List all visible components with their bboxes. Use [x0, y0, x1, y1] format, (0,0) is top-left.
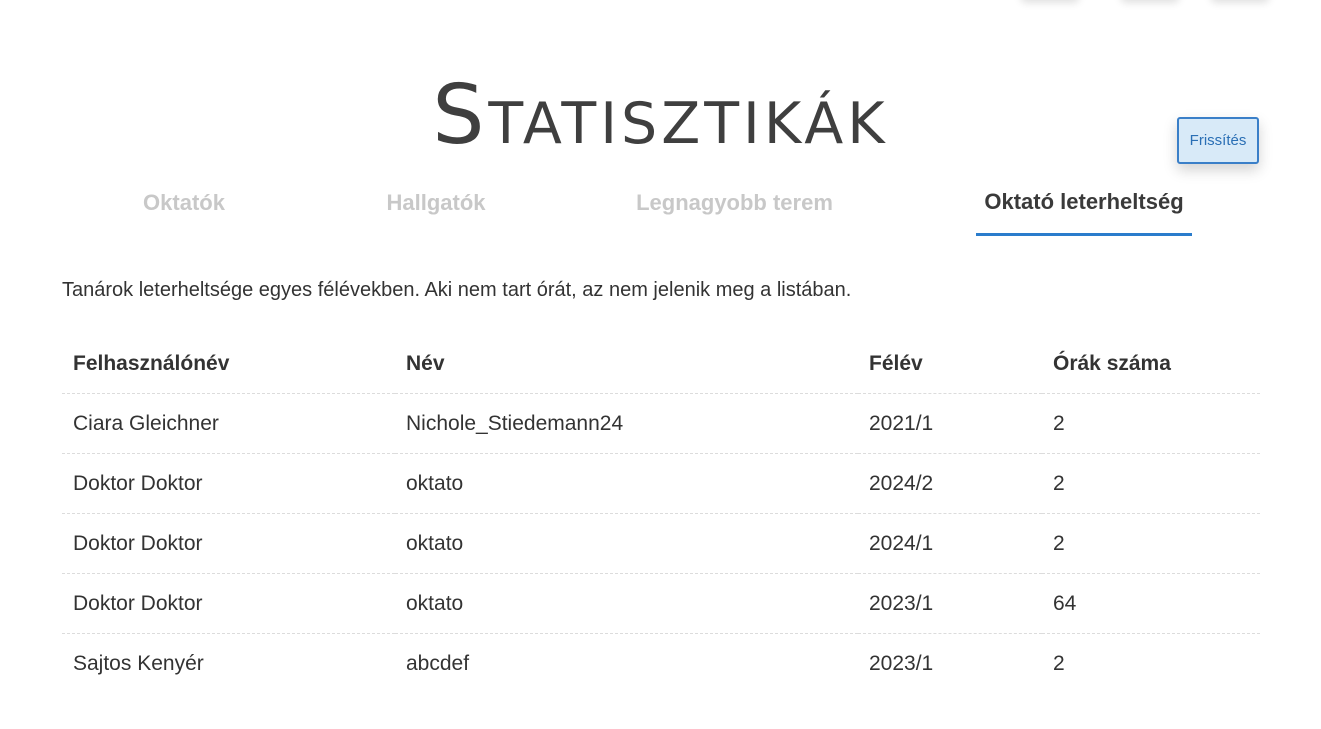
- column-header-semester[interactable]: Félév: [858, 334, 1042, 394]
- cell-semester: 2023/1: [869, 651, 934, 675]
- tab-hallgatok[interactable]: Hallgatók: [370, 170, 502, 236]
- column-header-name[interactable]: Név: [395, 334, 858, 394]
- cell-hours: 2: [1042, 453, 1260, 514]
- workload-table: Felhasználónév Név Félév Órák száma Ciar…: [62, 334, 1260, 693]
- cell-name: abcdef: [406, 651, 470, 675]
- cell-username: Ciara Gleichner: [62, 393, 395, 454]
- cell-username: Doktor Doktor: [62, 573, 395, 634]
- cell-username: Doktor Doktor: [62, 453, 395, 514]
- top-toolbar-shadows: [1020, 0, 1280, 4]
- tab-oktatok[interactable]: Oktatók: [118, 170, 250, 236]
- cell-name: oktato: [395, 453, 858, 514]
- cell-hours: 2: [1053, 651, 1065, 675]
- cell-semester: 2023/1: [858, 573, 1042, 634]
- stats-tabs: Oktatók Hallgatók Legnagyobb terem Oktat…: [62, 170, 1260, 236]
- column-header-hours[interactable]: Órák száma: [1042, 334, 1260, 394]
- cell-semester: 2021/1: [858, 393, 1042, 454]
- table-header-row: Felhasználónév Név Félév Órák száma: [62, 334, 1260, 394]
- cell-hours: 2: [1042, 513, 1260, 574]
- statistics-page: Statisztikák Frissítés Oktatók Hallgatók…: [0, 0, 1321, 729]
- table-row: Doktor Doktor oktato 2023/1 64: [62, 573, 1260, 634]
- table-description: Tanárok leterheltsége egyes félévekben. …: [62, 279, 852, 301]
- tab-oktato-leterheltseg[interactable]: Oktató leterheltség: [976, 170, 1192, 236]
- cell-username: Sajtos Kenyér: [73, 651, 204, 675]
- cell-semester: 2024/1: [858, 513, 1042, 574]
- cell-semester: 2024/2: [858, 453, 1042, 514]
- cell-hours: 2: [1042, 393, 1260, 454]
- tab-legnagyobb-terem[interactable]: Legnagyobb terem: [622, 170, 847, 236]
- page-title: Statisztikák: [432, 67, 889, 163]
- cell-name: oktato: [395, 513, 858, 574]
- column-header-username[interactable]: Felhasználónév: [62, 334, 395, 394]
- cell-username: Doktor Doktor: [62, 513, 395, 574]
- cell-hours: 64: [1042, 573, 1260, 634]
- table-row: Doktor Doktor oktato 2024/1 2: [62, 513, 1260, 574]
- table-row: Sajtos Kenyér abcdef 2023/1 2: [62, 634, 1260, 694]
- cell-name: Nichole_Stiedemann24: [395, 393, 858, 454]
- table-row: Doktor Doktor oktato 2024/2 2: [62, 453, 1260, 514]
- refresh-button[interactable]: Frissítés: [1177, 117, 1259, 164]
- table-row: Ciara Gleichner Nichole_Stiedemann24 202…: [62, 393, 1260, 454]
- cell-name: oktato: [395, 573, 858, 634]
